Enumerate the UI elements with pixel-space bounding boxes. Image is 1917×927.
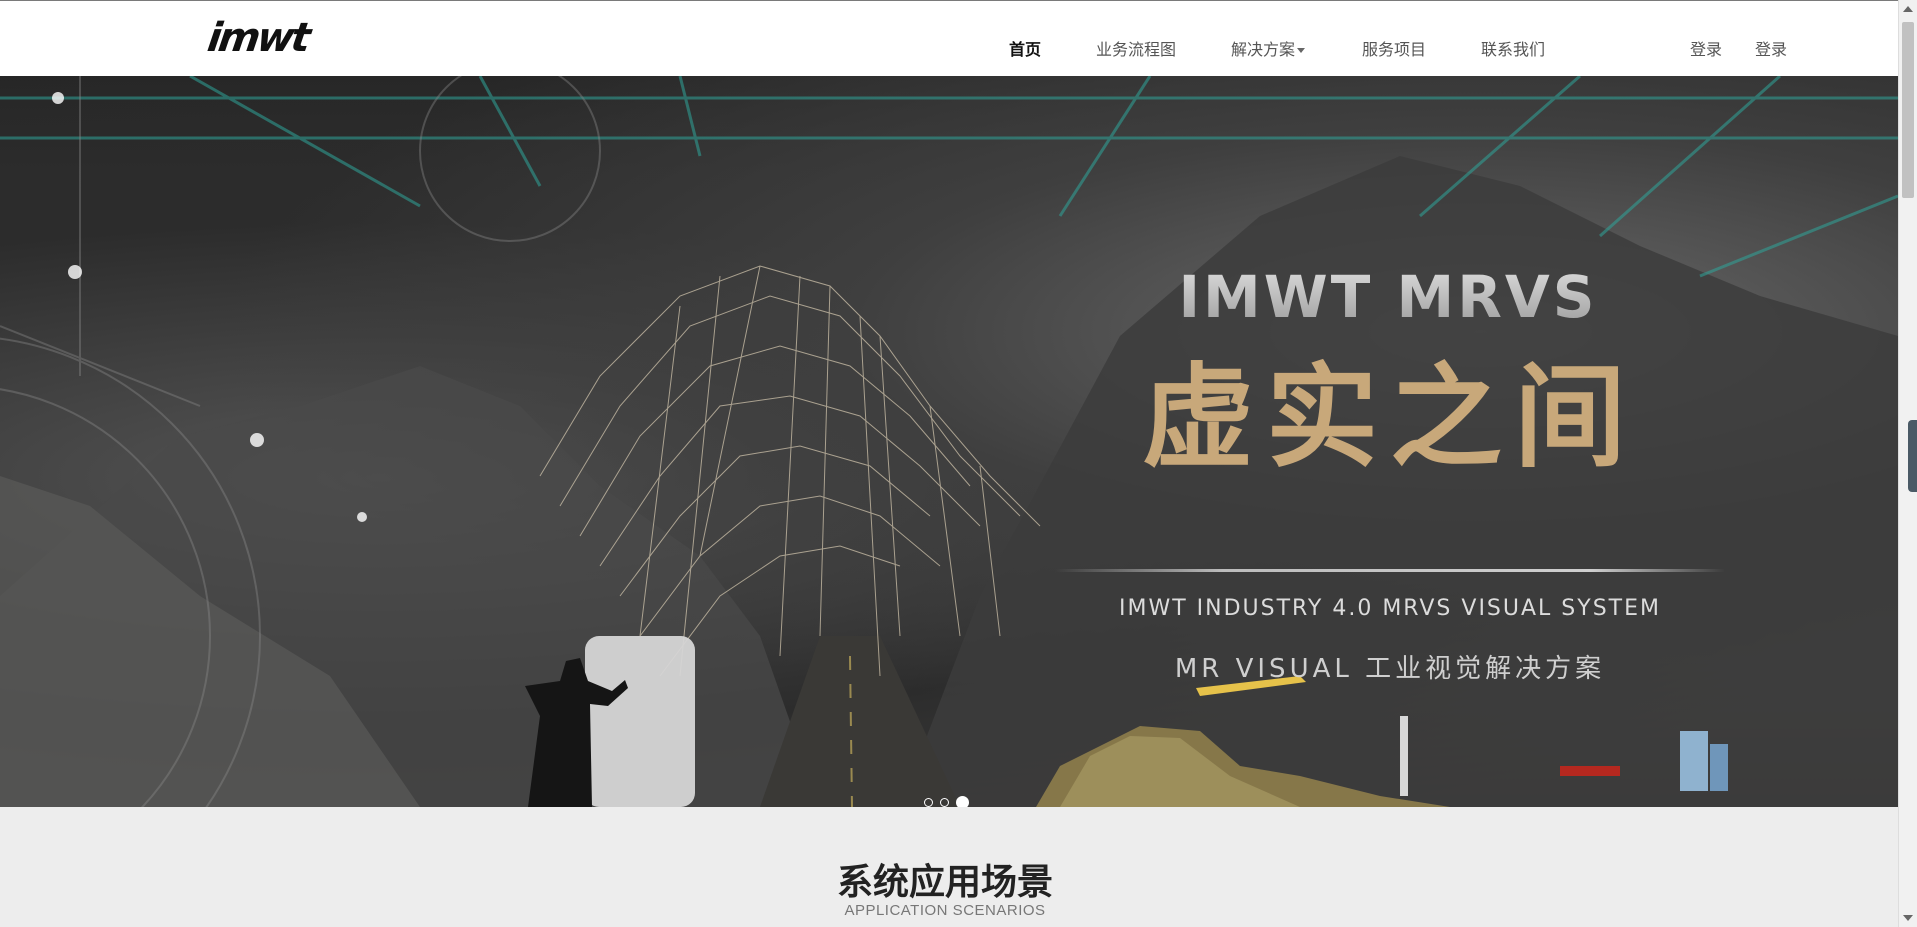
hero-banner: IMWT MRVS 虚实之间 IMWT INDUSTRY 4.0 MRVS VI… <box>0 76 1898 807</box>
nav-contact[interactable]: 联系我们 <box>1481 36 1545 60</box>
nav-home[interactable]: 首页 <box>1009 36 1041 60</box>
nav-business-flow[interactable]: 业务流程图 <box>1096 36 1176 60</box>
login-link[interactable]: 登录 <box>1690 36 1722 60</box>
nav-services[interactable]: 服务项目 <box>1362 36 1426 60</box>
banner-subtitle-en: IMWT INDUSTRY 4.0 MRVS VISUAL SYSTEM <box>1118 596 1661 621</box>
section-title: 系统应用场景 <box>836 862 1053 903</box>
section-subtitle: APPLICATION SCENARIOS <box>844 902 1046 919</box>
banner-divider <box>1055 569 1725 572</box>
carousel-dot-1[interactable] <box>924 798 933 807</box>
banner-cn-title: 虚实之间 <box>1142 353 1638 483</box>
scroll-thumb[interactable] <box>1902 22 1914 198</box>
login-link-2[interactable]: 登录 <box>1755 36 1787 60</box>
chevron-down-icon <box>1297 48 1306 53</box>
banner-brand-title: IMWT MRVS <box>1168 262 1608 332</box>
side-float-tab[interactable] <box>1908 420 1917 492</box>
nav-solutions[interactable]: 解决方案 <box>1231 36 1306 60</box>
carousel-indicators <box>924 792 976 807</box>
nav-solutions-label: 解决方案 <box>1231 40 1296 59</box>
main-nav: 首页 业务流程图 解决方案 服务项目 联系我们 登录 登录 <box>0 1 1898 77</box>
scroll-down-arrow-icon[interactable] <box>1903 915 1913 921</box>
carousel-dot-3[interactable] <box>956 796 969 807</box>
scroll-up-arrow-icon[interactable] <box>1903 6 1913 12</box>
site-header: imwt 首页 业务流程图 解决方案 服务项目 联系我们 登录 登录 <box>0 0 1898 76</box>
banner-subtitle-cn: MR VISUAL 工业视觉解决方案 <box>1174 654 1606 684</box>
carousel-dot-2[interactable] <box>940 798 949 807</box>
